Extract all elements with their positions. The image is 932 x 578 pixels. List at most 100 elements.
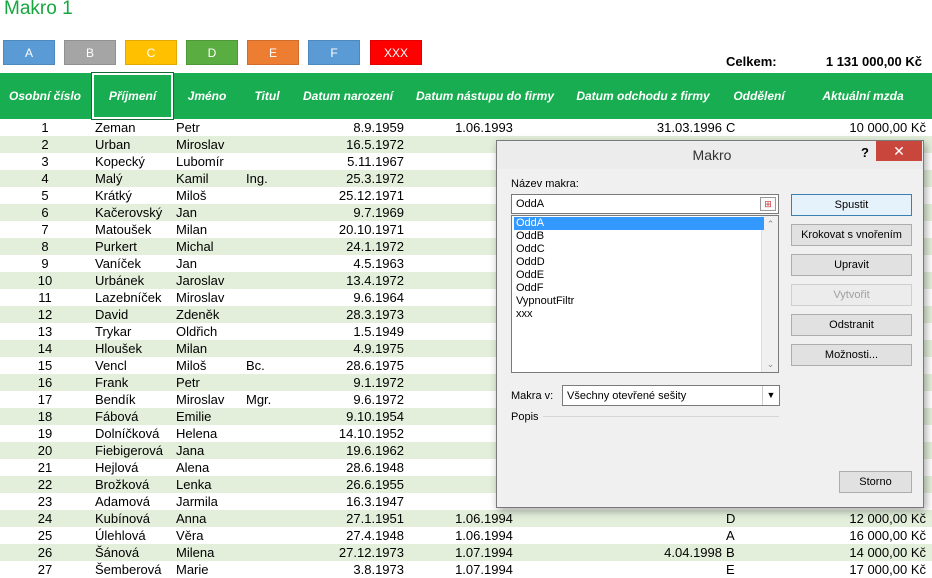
- delete-button[interactable]: Odstranit: [791, 314, 912, 336]
- run-button[interactable]: Spustit: [791, 194, 912, 216]
- cell-datum-narozeni[interactable]: 27.12.1973: [294, 544, 404, 561]
- cell-aktualni-mzda[interactable]: 12 000,00 Kč: [800, 510, 926, 527]
- edit-button[interactable]: Upravit: [791, 254, 912, 276]
- cell-titul[interactable]: [246, 238, 292, 255]
- cell-osobni-cislo[interactable]: 23: [0, 493, 90, 510]
- cell-osobni-cislo[interactable]: 13: [0, 323, 90, 340]
- cell-datum-narozeni[interactable]: 9.6.1972: [294, 391, 404, 408]
- cell-osobni-cislo[interactable]: 4: [0, 170, 90, 187]
- cell-datum-narozeni[interactable]: 28.6.1975: [294, 357, 404, 374]
- cell-prijmeni[interactable]: Fábová: [95, 408, 173, 425]
- cell-prijmeni[interactable]: Matoušek: [95, 221, 173, 238]
- cell-osobni-cislo[interactable]: 15: [0, 357, 90, 374]
- cell-titul[interactable]: [246, 136, 292, 153]
- cell-datum-nastupu[interactable]: 1.07.1994: [404, 544, 564, 561]
- cell-datum-narozeni[interactable]: 28.3.1973: [294, 306, 404, 323]
- cell-oddeleni[interactable]: B: [726, 544, 746, 561]
- macro-list-item[interactable]: OddA: [514, 217, 764, 230]
- macro-button-b[interactable]: B: [64, 40, 116, 65]
- close-button[interactable]: ✕: [876, 141, 922, 161]
- scroll-up-icon[interactable]: ⌃: [762, 216, 779, 232]
- macro-list-item[interactable]: OddE: [514, 269, 764, 282]
- cell-oddeleni[interactable]: A: [726, 527, 746, 544]
- cell-jmeno[interactable]: Jarmila: [176, 493, 240, 510]
- cell-datum-narozeni[interactable]: 4.9.1975: [294, 340, 404, 357]
- cell-datum-narozeni[interactable]: 27.1.1951: [294, 510, 404, 527]
- cell-aktualni-mzda[interactable]: 10 000,00 Kč: [800, 119, 926, 136]
- cell-datum-narozeni[interactable]: 19.6.1962: [294, 442, 404, 459]
- cell-titul[interactable]: Bc.: [246, 357, 292, 374]
- cancel-button[interactable]: Storno: [839, 471, 912, 493]
- cell-datum-narozeni[interactable]: 8.9.1959: [294, 119, 404, 136]
- cell-datum-nastupu[interactable]: 1.06.1993: [404, 119, 564, 136]
- cell-jmeno[interactable]: Jaroslav: [176, 272, 240, 289]
- cell-datum-nastupu[interactable]: 1.06.1994: [404, 527, 564, 544]
- cell-datum-odchodu[interactable]: [566, 561, 722, 578]
- macro-button-f[interactable]: F: [308, 40, 360, 65]
- cell-datum-narozeni[interactable]: 4.5.1963: [294, 255, 404, 272]
- macro-list-item[interactable]: OddD: [514, 256, 764, 269]
- header-jmeno[interactable]: Jméno: [174, 73, 240, 119]
- cell-prijmeni[interactable]: Malý: [95, 170, 173, 187]
- macros-in-select[interactable]: Všechny otevřené sešity ▼: [562, 385, 780, 406]
- cell-titul[interactable]: [246, 442, 292, 459]
- cell-datum-odchodu[interactable]: [566, 510, 722, 527]
- cell-jmeno[interactable]: Petr: [176, 119, 240, 136]
- macro-button-e[interactable]: E: [247, 40, 299, 65]
- cell-jmeno[interactable]: Petr: [176, 374, 240, 391]
- macro-button-a[interactable]: A: [3, 40, 55, 65]
- cell-osobni-cislo[interactable]: 22: [0, 476, 90, 493]
- cell-titul[interactable]: [246, 561, 292, 578]
- cell-titul[interactable]: [246, 408, 292, 425]
- cell-prijmeni[interactable]: Kopecký: [95, 153, 173, 170]
- header-prijmeni[interactable]: Příjmení: [91, 72, 174, 120]
- macro-list-item[interactable]: OddB: [514, 230, 764, 243]
- cell-prijmeni[interactable]: Šemberová: [95, 561, 173, 578]
- cell-aktualni-mzda[interactable]: 16 000,00 Kč: [800, 527, 926, 544]
- cell-osobni-cislo[interactable]: 19: [0, 425, 90, 442]
- cell-jmeno[interactable]: Lenka: [176, 476, 240, 493]
- step-into-button[interactable]: Krokovat s vnořením: [791, 224, 912, 246]
- cell-titul[interactable]: [246, 527, 292, 544]
- cell-titul[interactable]: [246, 119, 292, 136]
- cell-jmeno[interactable]: Věra: [176, 527, 240, 544]
- cell-datum-narozeni[interactable]: 14.10.1952: [294, 425, 404, 442]
- cell-datum-narozeni[interactable]: 20.10.1971: [294, 221, 404, 238]
- header-datum-narozeni[interactable]: Datum narození: [294, 73, 402, 119]
- cell-osobni-cislo[interactable]: 16: [0, 374, 90, 391]
- cell-prijmeni[interactable]: Lazebníček: [95, 289, 173, 306]
- cell-datum-narozeni[interactable]: 24.1.1972: [294, 238, 404, 255]
- cell-jmeno[interactable]: Marie: [176, 561, 240, 578]
- cell-osobni-cislo[interactable]: 26: [0, 544, 90, 561]
- cell-aktualni-mzda[interactable]: 14 000,00 Kč: [800, 544, 926, 561]
- cell-osobni-cislo[interactable]: 10: [0, 272, 90, 289]
- cell-titul[interactable]: [246, 187, 292, 204]
- cell-datum-narozeni[interactable]: 9.6.1964: [294, 289, 404, 306]
- cell-datum-narozeni[interactable]: 9.1.1972: [294, 374, 404, 391]
- cell-osobni-cislo[interactable]: 14: [0, 340, 90, 357]
- cell-datum-odchodu[interactable]: [566, 527, 722, 544]
- cell-jmeno[interactable]: Miroslav: [176, 289, 240, 306]
- cell-titul[interactable]: [246, 459, 292, 476]
- macro-button-xxx[interactable]: XXX: [370, 40, 422, 65]
- dialog-titlebar[interactable]: Makro ? ✕: [497, 141, 923, 169]
- cell-jmeno[interactable]: Miroslav: [176, 136, 240, 153]
- range-picker-icon[interactable]: ⊞: [760, 197, 776, 211]
- cell-datum-narozeni[interactable]: 1.5.1949: [294, 323, 404, 340]
- cell-jmeno[interactable]: Miloš: [176, 187, 240, 204]
- cell-datum-narozeni[interactable]: 28.6.1948: [294, 459, 404, 476]
- cell-prijmeni[interactable]: Vencl: [95, 357, 173, 374]
- cell-jmeno[interactable]: Michal: [176, 238, 240, 255]
- cell-jmeno[interactable]: Milan: [176, 340, 240, 357]
- cell-prijmeni[interactable]: Hloušek: [95, 340, 173, 357]
- cell-aktualni-mzda[interactable]: 17 000,00 Kč: [800, 561, 926, 578]
- cell-prijmeni[interactable]: Trykar: [95, 323, 173, 340]
- header-oddeleni[interactable]: Oddělení: [720, 73, 798, 119]
- cell-prijmeni[interactable]: Dolníčková: [95, 425, 173, 442]
- cell-titul[interactable]: [246, 510, 292, 527]
- header-osobni-cislo[interactable]: Osobní číslo: [0, 73, 90, 119]
- cell-jmeno[interactable]: Kamil: [176, 170, 240, 187]
- cell-oddeleni[interactable]: E: [726, 561, 746, 578]
- cell-datum-narozeni[interactable]: 3.8.1973: [294, 561, 404, 578]
- cell-datum-odchodu[interactable]: 4.04.1998: [566, 544, 722, 561]
